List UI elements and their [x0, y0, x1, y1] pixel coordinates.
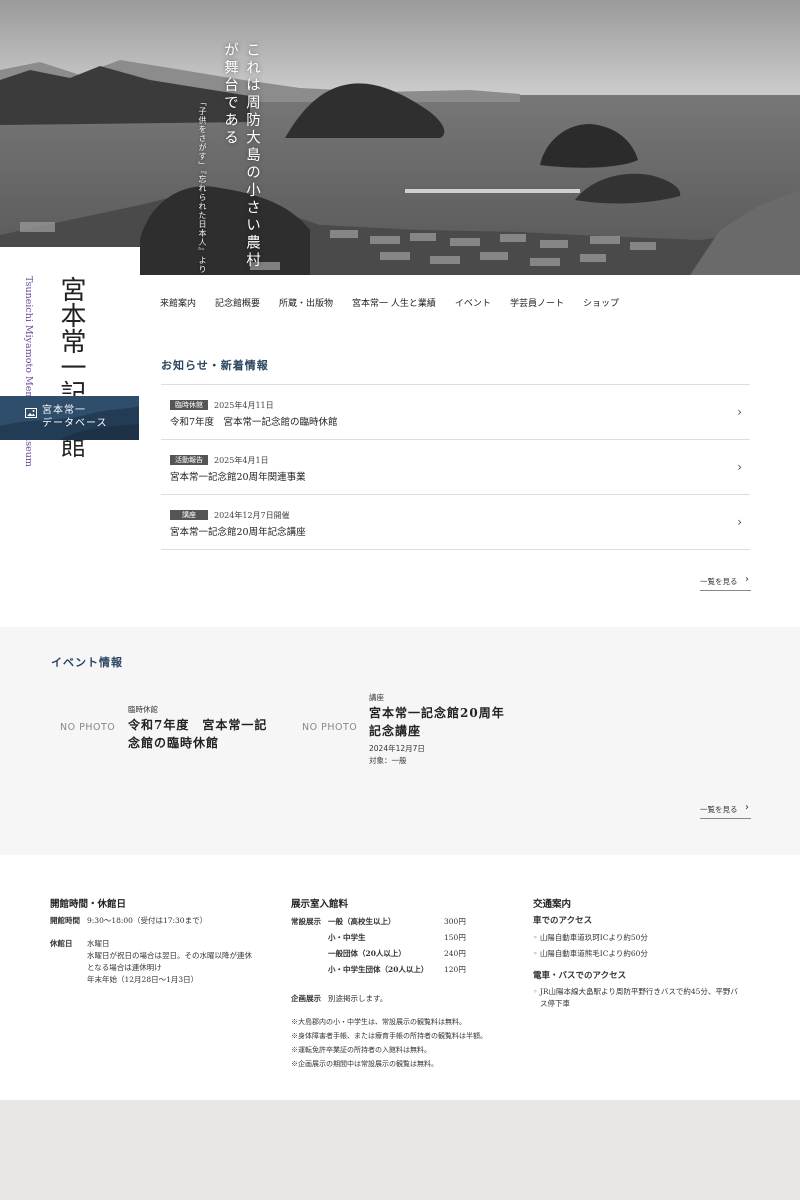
chevron-right-icon: ›: [737, 405, 742, 419]
fee-special-label: 企画展示: [291, 994, 321, 1003]
fee-notes: ※大島郡内の小・中学生は、常設展示の観覧料は無料。 ※身体障害者手帳、または療育…: [291, 1015, 487, 1071]
hero-tagline: これは周防大島の小さい農村が舞台である: [222, 42, 260, 270]
car-route: 山陽自動車道熊毛ICより約60分: [539, 949, 648, 958]
news-item[interactable]: 活動報告 2025年4月1日 宮本常一記念館20周年関連事業 ›: [161, 440, 750, 495]
fee-row-price: 300円: [444, 917, 466, 926]
events-section-title: イベント情報: [51, 656, 123, 669]
chevron-right-icon: ›: [737, 515, 742, 529]
fee-note: ※大島郡内の小・中学生は、常設展示の観覧料は無料。: [291, 1018, 466, 1026]
open-hours-label: 開館時間: [50, 916, 80, 925]
news-more-link[interactable]: 一覧を見る ›: [700, 574, 751, 591]
fee-row-label: 小・中学生: [328, 933, 366, 942]
database-label-line2: データベース: [42, 418, 108, 429]
nav-item-about[interactable]: 記念館概要: [215, 296, 260, 309]
list-item: ◦ 山陽自動車道玖珂ICより約50分: [533, 932, 648, 944]
news-date: 2024年12月7日開催: [214, 511, 290, 520]
closed-days-label: 休館日: [50, 939, 73, 948]
event-photo-placeholder[interactable]: NO PHOTO: [302, 722, 357, 733]
event-title[interactable]: 宮本常一記念館20周年 記念講座: [369, 704, 505, 740]
nav-item-collections[interactable]: 所蔵・出版物: [279, 296, 333, 309]
news-list: 臨時休館 2025年4月11日 令和7年度 宮本常一記念館の臨時休館 › 活動報…: [161, 384, 750, 550]
event-category: 講座: [369, 693, 384, 702]
access-title: 交通案内: [533, 899, 572, 910]
event-title-line1: 令和7年度 宮本常一記: [128, 718, 268, 732]
image-icon: [25, 408, 37, 418]
closed-days-value: 水曜日 水曜日が祝日の場合は翌日。その水曜以降が連休 となる場合は連休明け 年末…: [87, 938, 252, 986]
events-more-label: 一覧を見る: [700, 805, 738, 814]
news-date: 2025年4月1日: [214, 456, 269, 465]
hero-sub-tagline: 「子供をさがす」『忘れられた日本人』より: [198, 98, 207, 274]
news-item[interactable]: 講座 2024年12月7日開催 宮本常一記念館20周年記念講座 ›: [161, 495, 750, 550]
car-access-title: 車でのアクセス: [533, 916, 593, 926]
train-route-line2: ス停下車: [540, 999, 570, 1008]
open-hours-value: 9:30〜18:00（受付は17:30まで）: [87, 916, 208, 925]
nav-item-life[interactable]: 宮本常一 人生と業績: [352, 296, 436, 309]
chevron-right-icon: ›: [745, 802, 749, 813]
train-access-title: 電車・バスでのアクセス: [533, 971, 627, 981]
event-category: 臨時休館: [128, 705, 158, 714]
event-title-line1: 宮本常一記念館20周年: [369, 706, 505, 720]
list-item: ◦ JR山陽本線大畠駅より周防平野行きバスで約45分、平野バ: [533, 986, 753, 998]
nav-item-shop[interactable]: ショップ: [583, 296, 619, 309]
chevron-right-icon: ›: [745, 574, 749, 585]
news-section-title: お知らせ・新着情報: [161, 359, 269, 372]
event-title-line2: 念館の臨時休館: [128, 736, 220, 750]
news-category-badge: 活動報告: [170, 455, 208, 465]
event-target: 対象：一般: [369, 756, 407, 765]
car-access-list: ◦ 山陽自動車道玖珂ICより約50分 ◦ 山陽自動車道熊毛ICより約60分: [533, 932, 648, 960]
database-banner-label[interactable]: 宮本常一 データベース: [42, 404, 108, 430]
event-meta: 2024年12月7日 対象：一般: [369, 743, 425, 767]
fee-special-value: 別途掲示します。: [328, 994, 388, 1003]
news-category-badge: 講座: [170, 510, 208, 520]
bullet-icon: ◦: [533, 987, 540, 996]
news-title[interactable]: 宮本常一記念館20周年関連事業: [170, 469, 306, 483]
nav-item-curator-notes[interactable]: 学芸員ノート: [510, 296, 564, 309]
fee-row-price: 120円: [444, 965, 466, 974]
fees-title: 展示室入館料: [291, 899, 349, 910]
fee-note: ※身体障害者手帳、または療育手帳の所持者の観覧料は半額。: [291, 1032, 487, 1040]
bullet-icon: ◦: [533, 933, 540, 942]
fee-row-label: 一般（高校生以上）: [328, 917, 396, 926]
hero-landscape-photo: [0, 0, 800, 275]
fee-regular-label: 常設展示: [291, 917, 321, 926]
closed-line: 水曜日が祝日の場合は翌日。その水曜以降が連休: [87, 951, 252, 960]
hero-image: これは周防大島の小さい農村が舞台である 「子供をさがす」『忘れられた日本人』より: [0, 0, 800, 275]
chevron-right-icon: ›: [737, 460, 742, 474]
closed-line: 水曜日: [87, 939, 110, 948]
bullet-icon: ◦: [533, 949, 540, 958]
news-title[interactable]: 令和7年度 宮本常一記念館の臨時休館: [170, 414, 338, 428]
news-title[interactable]: 宮本常一記念館20周年記念講座: [170, 524, 306, 538]
database-label-line1: 宮本常一: [42, 405, 86, 416]
fee-note: ※運転免許卒業証の所持者の入館料は無料。: [291, 1046, 431, 1054]
fee-row-label: 小・中学生団体（20人以上）: [328, 965, 429, 974]
fee-note: ※企画展示の期間中は常設展示の観覧は無料。: [291, 1060, 438, 1068]
hours-title: 開館時間・休館日: [50, 899, 127, 910]
events-more-link[interactable]: 一覧を見る ›: [700, 802, 751, 819]
fee-row-price: 240円: [444, 949, 466, 958]
train-access-list: ◦ JR山陽本線大畠駅より周防平野行きバスで約45分、平野バ ス停下車: [533, 986, 753, 1010]
footer: [0, 1100, 800, 1200]
main-navigation: 来館案内 記念館概要 所蔵・出版物 宮本常一 人生と業績 イベント 学芸員ノート…: [160, 296, 638, 309]
event-photo-placeholder[interactable]: NO PHOTO: [60, 722, 115, 733]
news-item[interactable]: 臨時休館 2025年4月11日 令和7年度 宮本常一記念館の臨時休館 ›: [161, 385, 750, 440]
closed-line: となる場合は連休明け: [87, 963, 162, 972]
news-date: 2025年4月11日: [214, 401, 274, 410]
car-route: 山陽自動車道玖珂ICより約50分: [539, 933, 648, 942]
nav-item-visit[interactable]: 来館案内: [160, 296, 196, 309]
train-route-line1: JR山陽本線大畠駅より周防平野行きバスで約45分、平野バ: [539, 987, 738, 996]
event-title-line2: 記念講座: [369, 724, 422, 738]
news-category-badge: 臨時休館: [170, 400, 208, 410]
closed-line: 年末年始（12月28日〜1月3日）: [87, 975, 199, 984]
event-title[interactable]: 令和7年度 宮本常一記 念館の臨時休館: [128, 716, 267, 752]
fee-row-price: 150円: [444, 933, 466, 942]
nav-item-events[interactable]: イベント: [455, 296, 491, 309]
event-date: 2024年12月7日: [369, 744, 425, 753]
fee-row-label: 一般団体（20人以上）: [328, 949, 406, 958]
list-item: ◦ 山陽自動車道熊毛ICより約60分: [533, 948, 648, 960]
news-more-label: 一覧を見る: [700, 577, 738, 586]
